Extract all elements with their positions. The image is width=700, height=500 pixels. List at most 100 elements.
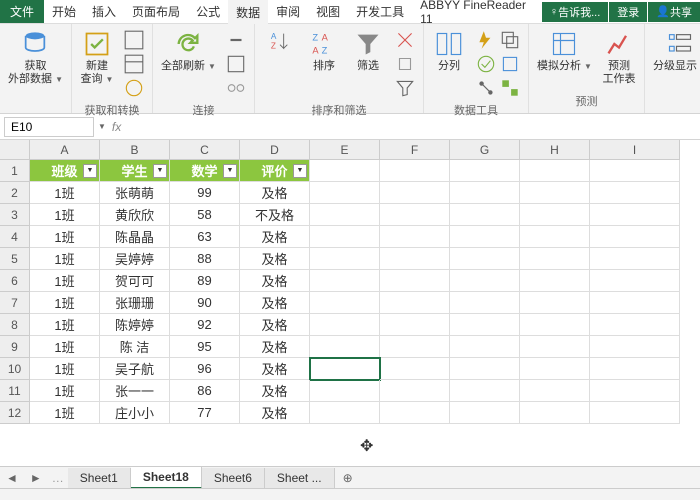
consolidate-button[interactable]	[499, 53, 521, 75]
cell[interactable]	[450, 314, 520, 336]
cell[interactable]	[380, 402, 450, 424]
cell[interactable]: 86	[170, 380, 240, 402]
cell[interactable]	[310, 248, 380, 270]
data-model-button[interactable]	[499, 77, 521, 99]
cell[interactable]	[590, 248, 680, 270]
col-header-A[interactable]: A	[30, 140, 100, 160]
cell[interactable]	[380, 292, 450, 314]
cell[interactable]: 1班	[30, 204, 100, 226]
cell[interactable]	[450, 270, 520, 292]
fx-icon[interactable]: fx	[106, 120, 127, 134]
cell[interactable]	[590, 270, 680, 292]
cell[interactable]	[310, 182, 380, 204]
cell[interactable]	[520, 160, 590, 182]
formula-input[interactable]	[127, 117, 700, 136]
cell[interactable]	[590, 336, 680, 358]
sheet-nav-prev[interactable]: ◄	[0, 471, 24, 485]
cell[interactable]: 1班	[30, 314, 100, 336]
cell[interactable]	[520, 292, 590, 314]
login-button[interactable]: 登录	[609, 2, 647, 22]
cell[interactable]	[310, 270, 380, 292]
cell[interactable]: 张珊珊	[100, 292, 170, 314]
cell[interactable]: 88	[170, 248, 240, 270]
col-header-C[interactable]: C	[170, 140, 240, 160]
row-header[interactable]: 4	[0, 226, 30, 248]
cell[interactable]	[520, 270, 590, 292]
cell[interactable]	[310, 336, 380, 358]
cell[interactable]	[520, 248, 590, 270]
recent-sources-button[interactable]	[123, 77, 145, 99]
table-header[interactable]: 班级▼	[30, 160, 100, 182]
tab-data[interactable]: 数据	[228, 0, 268, 25]
cell[interactable]	[520, 226, 590, 248]
row-header[interactable]: 7	[0, 292, 30, 314]
cell[interactable]: 张一一	[100, 380, 170, 402]
col-header-F[interactable]: F	[380, 140, 450, 160]
col-header-E[interactable]: E	[310, 140, 380, 160]
remove-dup-button[interactable]	[499, 29, 521, 51]
sheet-tab[interactable]: Sheet1	[68, 468, 131, 488]
tab-dev[interactable]: 开发工具	[348, 0, 412, 24]
cell[interactable]	[520, 358, 590, 380]
cell[interactable]	[450, 160, 520, 182]
new-query-button[interactable]: 新建查询 ▼	[78, 28, 116, 88]
sheet-nav-next[interactable]: ►	[24, 471, 48, 485]
reapply-button[interactable]	[394, 53, 416, 75]
relationships-button[interactable]	[475, 77, 497, 99]
cell[interactable]: 不及格	[240, 204, 310, 226]
cell[interactable]: 89	[170, 270, 240, 292]
cell[interactable]	[520, 380, 590, 402]
cell[interactable]	[380, 182, 450, 204]
filter-dropdown-icon[interactable]: ▼	[293, 164, 307, 178]
namebox-dropdown[interactable]: ▼	[98, 122, 106, 131]
cell[interactable]: 90	[170, 292, 240, 314]
row-header[interactable]: 8	[0, 314, 30, 336]
cell[interactable]	[590, 226, 680, 248]
cell[interactable]: 99	[170, 182, 240, 204]
row-header[interactable]: 12	[0, 402, 30, 424]
cell[interactable]: 及格	[240, 226, 310, 248]
tell-me[interactable]: ♀ 告诉我...	[542, 2, 608, 22]
data-validation-button[interactable]	[475, 53, 497, 75]
cell[interactable]: 及格	[240, 182, 310, 204]
tab-layout[interactable]: 页面布局	[124, 0, 188, 24]
cell[interactable]	[450, 380, 520, 402]
cell[interactable]: 黄欣欣	[100, 204, 170, 226]
from-table-button[interactable]	[123, 53, 145, 75]
tab-file[interactable]: 文件	[0, 0, 44, 23]
refresh-all-button[interactable]: 全部刷新 ▼	[159, 28, 218, 75]
cell[interactable]: 及格	[240, 292, 310, 314]
cell[interactable]: 95	[170, 336, 240, 358]
share-button[interactable]: 👤 共享	[648, 2, 700, 22]
cell[interactable]: 及格	[240, 402, 310, 424]
cell[interactable]	[310, 380, 380, 402]
cell[interactable]	[590, 160, 680, 182]
cell[interactable]	[380, 358, 450, 380]
filter-dropdown-icon[interactable]: ▼	[83, 164, 97, 178]
cell[interactable]	[590, 182, 680, 204]
cell[interactable]	[380, 336, 450, 358]
cell[interactable]: 张萌萌	[100, 182, 170, 204]
col-header-G[interactable]: G	[450, 140, 520, 160]
cell[interactable]	[590, 358, 680, 380]
cell[interactable]	[590, 314, 680, 336]
cell[interactable]: 1班	[30, 380, 100, 402]
col-header-H[interactable]: H	[520, 140, 590, 160]
tab-view[interactable]: 视图	[308, 0, 348, 24]
tab-formulas[interactable]: 公式	[188, 0, 228, 24]
col-header-I[interactable]: I	[590, 140, 680, 160]
cell[interactable]	[380, 248, 450, 270]
flash-fill-button[interactable]	[475, 29, 497, 51]
cell[interactable]	[310, 226, 380, 248]
cell[interactable]: 1班	[30, 248, 100, 270]
row-header[interactable]: 5	[0, 248, 30, 270]
cell[interactable]: 及格	[240, 336, 310, 358]
cell[interactable]	[380, 270, 450, 292]
cell[interactable]	[590, 402, 680, 424]
cell[interactable]: 1班	[30, 402, 100, 424]
cell[interactable]: 1班	[30, 358, 100, 380]
cell[interactable]: 陈晶晶	[100, 226, 170, 248]
cell[interactable]: 及格	[240, 270, 310, 292]
forecast-button[interactable]: 预测工作表	[600, 28, 638, 88]
table-header[interactable]: 学生▼	[100, 160, 170, 182]
